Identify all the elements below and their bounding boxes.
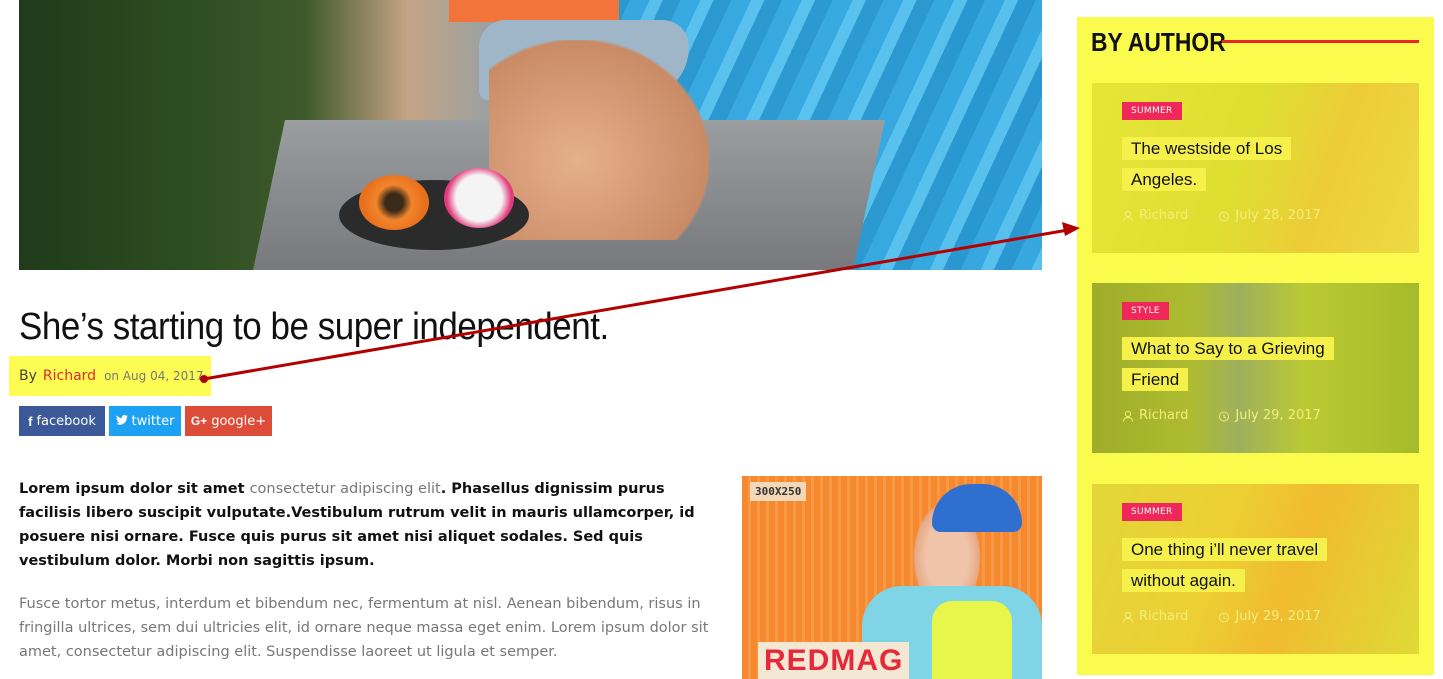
category-badge[interactable]: SUMMER <box>1122 503 1182 521</box>
post-author[interactable]: Richard <box>1122 609 1188 624</box>
dragon-fruit <box>444 168 514 228</box>
post-author[interactable]: Richard <box>1122 208 1188 223</box>
post-meta: Richard July 29, 2017 <box>1122 408 1321 423</box>
article-paragraph-2: Fusce tortor metus, interdum et bibendum… <box>19 596 709 660</box>
post-title-text[interactable]: What to Say to a Grieving Friend <box>1122 337 1334 391</box>
post-title[interactable]: What to Say to a Grieving Friend <box>1122 333 1352 395</box>
googleplus-label: google+ <box>211 413 267 429</box>
author-post-card[interactable]: STYLE What to Say to a Grieving Friend R… <box>1092 283 1419 453</box>
post-author-name[interactable]: Richard <box>1139 609 1188 624</box>
post-date: July 29, 2017 <box>1218 408 1321 423</box>
post-date-text: July 28, 2017 <box>1235 208 1321 223</box>
google-plus-icon: G+ <box>190 414 208 428</box>
author-post-card[interactable]: SUMMER One thing i’ll never travel witho… <box>1092 484 1419 654</box>
post-meta: Richard July 29, 2017 <box>1122 609 1321 624</box>
post-author-name[interactable]: Richard <box>1139 408 1188 423</box>
author-post-card[interactable]: SUMMER The westside of Los Angeles. Rich… <box>1092 83 1419 253</box>
ad-brand-logo: REDMAG <box>758 642 910 679</box>
user-icon <box>1123 611 1133 623</box>
post-date: July 28, 2017 <box>1218 208 1321 223</box>
article-title: She’s starting to be super independent. <box>19 306 609 348</box>
post-date-text: July 29, 2017 <box>1235 408 1321 423</box>
facebook-label: facebook <box>36 413 96 429</box>
post-author[interactable]: Richard <box>1122 408 1188 423</box>
category-badge[interactable]: STYLE <box>1122 302 1169 320</box>
featured-image <box>19 0 1042 270</box>
post-title-text[interactable]: The westside of Los Angeles. <box>1122 137 1292 191</box>
clock-icon <box>1219 211 1230 221</box>
advertisement-banner[interactable]: 300X250 REDMAG <box>742 476 1042 679</box>
widget-title: BY AUTHOR <box>1091 27 1226 57</box>
post-date: on Aug 04, 2017 <box>104 369 204 383</box>
post-author-name[interactable]: Richard <box>1139 208 1188 223</box>
post-date: July 29, 2017 <box>1218 609 1321 624</box>
papaya <box>359 175 429 230</box>
post-title[interactable]: One thing i’ll never travel without agai… <box>1122 534 1352 596</box>
post-title[interactable]: The westside of Los Angeles. <box>1122 133 1352 195</box>
user-icon <box>1123 410 1133 422</box>
article-paragraph-1: Lorem ipsum dolor sit amet consectetur a… <box>19 477 714 573</box>
post-date-text: July 29, 2017 <box>1235 609 1321 624</box>
facebook-share-button[interactable]: f facebook <box>19 406 105 436</box>
category-badge[interactable]: SUMMER <box>1122 102 1182 120</box>
paragraph-1-lead: Lorem ipsum dolor sit amet <box>19 481 250 497</box>
by-author-widget: BY AUTHOR SUMMER The westside of Los Ang… <box>1077 17 1434 675</box>
widget-title-rule <box>1222 40 1419 43</box>
googleplus-share-button[interactable]: G+ google+ <box>185 406 272 436</box>
twitter-icon <box>115 414 128 429</box>
orange-top <box>449 0 619 22</box>
facebook-icon: f <box>28 413 33 429</box>
author-link[interactable]: Richard <box>43 368 96 384</box>
twitter-label: twitter <box>131 413 175 429</box>
clock-icon <box>1219 411 1230 421</box>
post-title-text[interactable]: One thing i’ll never travel without agai… <box>1122 538 1328 592</box>
inline-link[interactable]: consectetur adipiscing elit <box>250 481 441 497</box>
clock-icon <box>1219 612 1230 622</box>
twitter-share-button[interactable]: twitter <box>109 406 181 436</box>
ad-model-shirt <box>932 601 1012 679</box>
post-meta: Richard July 28, 2017 <box>1122 208 1321 223</box>
user-icon <box>1123 210 1133 222</box>
byline: By Richard on Aug 04, 2017 <box>9 356 211 396</box>
ad-size-label: 300X250 <box>750 482 807 501</box>
byline-by-label: By <box>19 368 37 384</box>
